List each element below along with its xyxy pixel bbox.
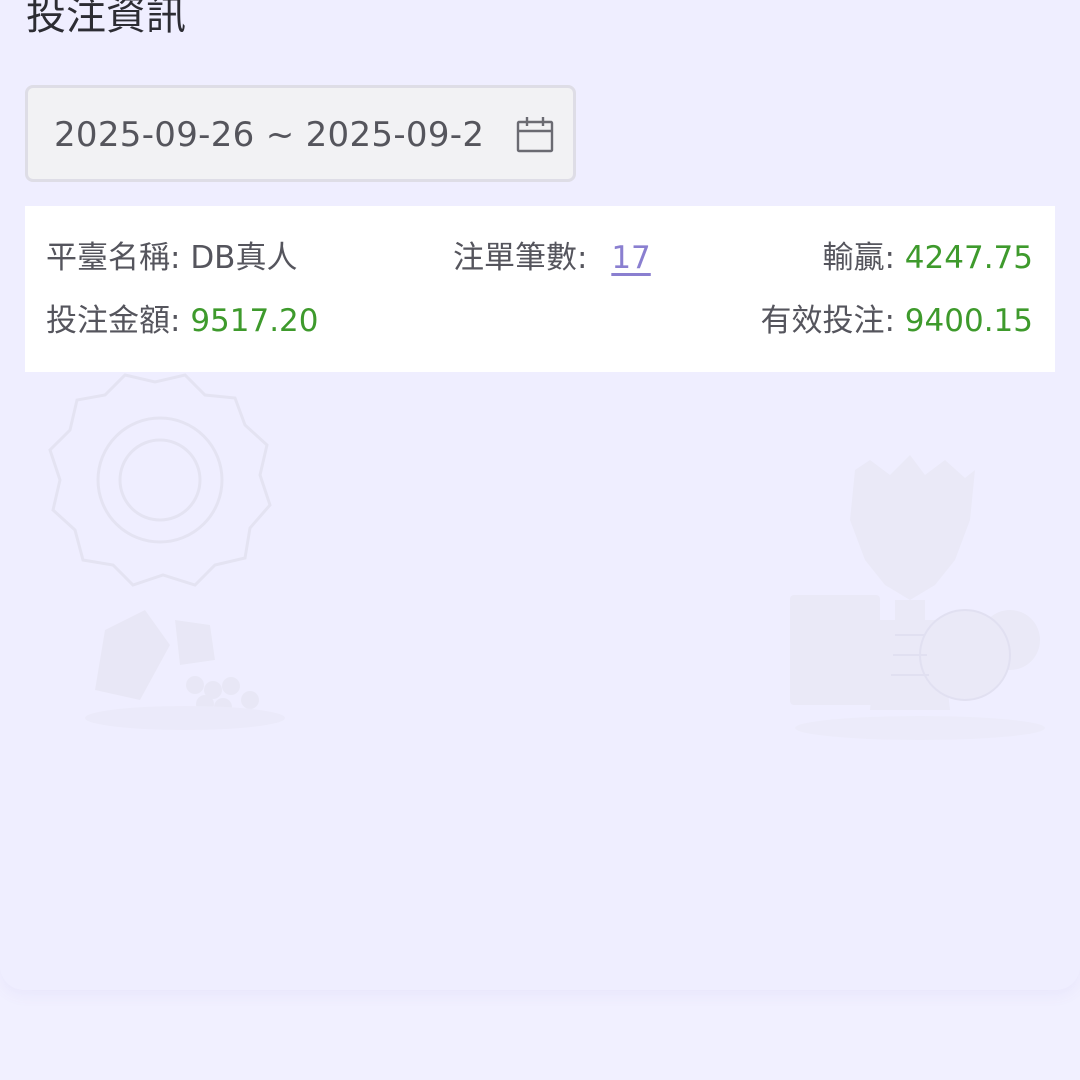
win-loss-field: 輸贏: 4247.75 [822, 238, 1033, 278]
platform-field: 平臺名稱: DB真人 [46, 238, 297, 278]
valid-bet-field: 有效投注: 9400.15 [760, 301, 1033, 341]
page-title: 投注資訊 [26, 0, 186, 39]
valid-bet-label: 有效投注: [760, 303, 895, 339]
win-loss-value: 4247.75 [904, 240, 1033, 276]
bet-count-field: 注單筆數: 17 [453, 238, 651, 278]
bet-amount-field: 投注金額: 9517.20 [46, 301, 319, 341]
trophy-watermark-illustration [790, 455, 1045, 740]
bet-amount-value: 9517.20 [190, 303, 319, 339]
valid-bet-value: 9400.15 [904, 303, 1033, 339]
bet-amount-label: 投注金額: [46, 303, 181, 339]
calendar-icon[interactable] [515, 115, 555, 155]
casino-watermark-illustration [48, 373, 285, 730]
bet-count-label: 注單筆數: [453, 240, 588, 276]
win-loss-label: 輸贏: [822, 240, 895, 276]
platform-label: 平臺名稱: [46, 240, 181, 276]
bet-count-link[interactable]: 17 [611, 240, 650, 276]
page: 投注資訊 2025-09-26 ~ 2025-09-2 平臺名稱: DB真人 注… [0, 0, 1080, 1080]
date-range-value: 2025-09-26 ~ 2025-09-2 [54, 115, 485, 155]
content-panel: 投注資訊 2025-09-26 ~ 2025-09-2 平臺名稱: DB真人 注… [0, 0, 1080, 990]
date-range-picker[interactable]: 2025-09-26 ~ 2025-09-2 [25, 85, 576, 182]
bet-summary-card: 平臺名稱: DB真人 注單筆數: 17 輸贏: 4247.75 投注金額: 95… [25, 206, 1055, 372]
platform-value: DB真人 [190, 240, 298, 276]
